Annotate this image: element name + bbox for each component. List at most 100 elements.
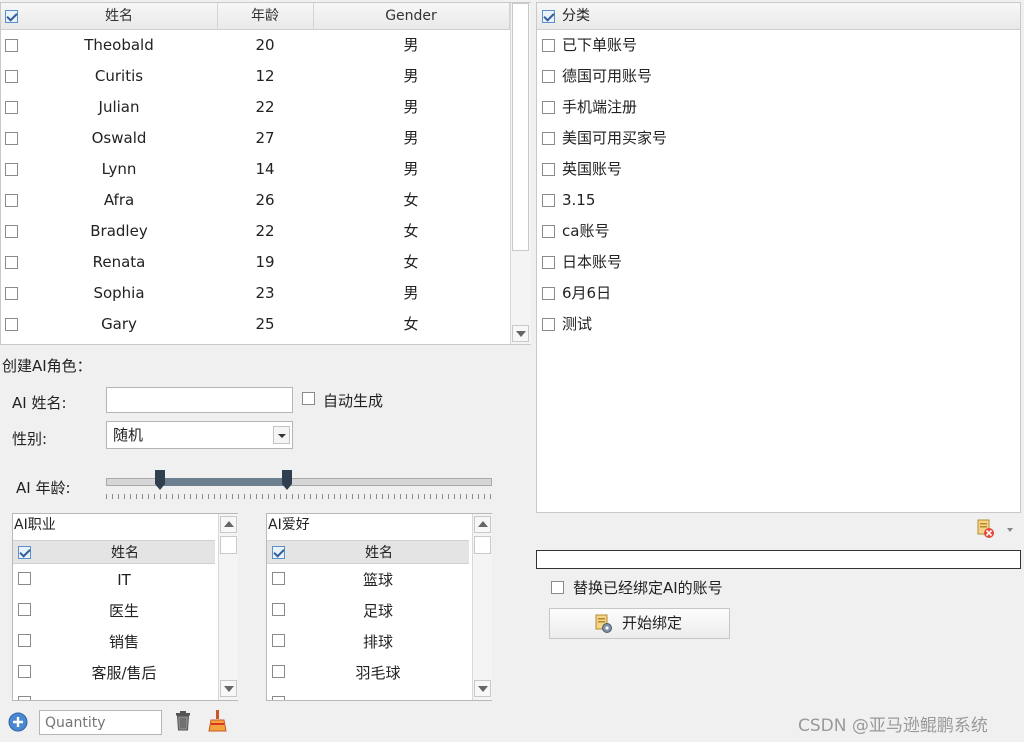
quantity-input[interactable] (39, 710, 162, 735)
row-checkbox[interactable] (5, 101, 18, 114)
clear-selection-icon[interactable] (975, 518, 997, 540)
category-checkbox[interactable] (542, 225, 555, 238)
category-checkbox[interactable] (542, 256, 555, 269)
occupation-scrollbar[interactable] (218, 514, 238, 700)
scroll-down-button[interactable] (512, 325, 529, 342)
slider-tick (250, 494, 251, 499)
slider-tick (232, 494, 233, 499)
category-checkbox[interactable] (542, 39, 555, 52)
list-item[interactable]: 已下单账号 (537, 30, 1017, 61)
row-checkbox[interactable] (5, 39, 18, 52)
item-checkbox[interactable] (272, 603, 285, 616)
slider-tick (286, 494, 287, 499)
column-header-age[interactable]: 年龄 (217, 3, 314, 30)
scrollbar-thumb[interactable] (474, 536, 491, 554)
list-item[interactable]: 足球 (267, 596, 472, 627)
hobby-select-all-checkbox[interactable] (272, 546, 285, 559)
cell-name: Lynn (101, 160, 137, 178)
item-checkbox[interactable] (272, 634, 285, 647)
list-item[interactable]: 客服/售后 (13, 658, 218, 689)
column-header-name[interactable]: 姓名 (21, 3, 218, 30)
gender-select-button[interactable] (273, 426, 290, 444)
category-label: ca账号 (562, 222, 610, 240)
list-item[interactable]: ca账号 (537, 216, 1017, 247)
ai-name-input[interactable] (106, 387, 293, 413)
row-checkbox[interactable] (5, 318, 18, 331)
row-checkbox[interactable] (5, 132, 18, 145)
list-item[interactable]: 手机端注册 (537, 92, 1017, 123)
replace-bound-checkbox[interactable] (551, 581, 564, 594)
item-checkbox[interactable] (18, 603, 31, 616)
table-row[interactable]: Theobald 20 男 (1, 30, 510, 61)
category-checkbox[interactable] (542, 132, 555, 145)
list-item[interactable]: 6月6日 (537, 278, 1017, 309)
list-item[interactable]: 英国账号 (537, 154, 1017, 185)
row-checkbox[interactable] (5, 163, 18, 176)
slider-thumb-high[interactable] (282, 470, 292, 490)
add-icon[interactable] (8, 712, 28, 732)
ai-age-range-slider[interactable] (106, 470, 492, 500)
table-row[interactable]: Renata 19 女 (1, 247, 510, 278)
category-checkbox[interactable] (542, 70, 555, 83)
item-checkbox[interactable] (18, 572, 31, 585)
hobby-scrollbar[interactable] (472, 514, 492, 700)
list-item[interactable]: 篮球 (267, 565, 472, 596)
start-bind-button[interactable]: 开始绑定 (549, 608, 730, 639)
scroll-up-button[interactable] (474, 516, 491, 533)
list-item[interactable]: 医生 (13, 596, 218, 627)
slider-tick (394, 494, 395, 499)
category-checkbox[interactable] (542, 101, 555, 114)
row-checkbox[interactable] (5, 287, 18, 300)
row-checkbox[interactable] (5, 225, 18, 238)
scrollbar-thumb[interactable] (512, 3, 529, 251)
table-row[interactable]: Gary 25 女 (1, 309, 510, 340)
slider-tick (220, 494, 221, 499)
list-item[interactable]: 日本账号 (537, 247, 1017, 278)
scroll-up-button[interactable] (220, 516, 237, 533)
list-item[interactable]: 德国可用账号 (537, 61, 1017, 92)
list-item[interactable]: 3.15 (537, 185, 1017, 216)
list-item[interactable]: 美国可用买家号 (537, 123, 1017, 154)
trash-icon[interactable] (174, 711, 192, 731)
occupation-select-all-checkbox[interactable] (18, 546, 31, 559)
list-item[interactable]: 测试 (537, 309, 1017, 340)
slider-thumb-low[interactable] (155, 470, 165, 490)
column-header-gender[interactable]: Gender (313, 3, 510, 30)
category-checkbox[interactable] (542, 287, 555, 300)
row-checkbox[interactable] (5, 194, 18, 207)
table-row[interactable]: Afra 26 女 (1, 185, 510, 216)
select-all-checkbox[interactable] (5, 10, 18, 23)
item-checkbox[interactable] (18, 634, 31, 647)
row-checkbox[interactable] (5, 70, 18, 83)
auto-generate-checkbox[interactable] (302, 392, 315, 405)
category-checkbox[interactable] (542, 318, 555, 331)
cell-gender: 女 (403, 222, 419, 240)
gender-select[interactable]: 随机 (106, 421, 293, 449)
scroll-down-button[interactable] (474, 680, 491, 697)
list-item[interactable]: IT (13, 565, 218, 596)
scrollbar-thumb[interactable] (220, 536, 237, 554)
list-item[interactable]: 排球 (267, 627, 472, 658)
item-checkbox[interactable] (272, 665, 285, 678)
table-row[interactable]: Sophia 23 男 (1, 278, 510, 309)
broom-icon[interactable] (207, 710, 227, 732)
table-row[interactable]: Lynn 14 男 (1, 154, 510, 185)
cell-name: Theobald (84, 36, 154, 54)
category-checkbox[interactable] (542, 194, 555, 207)
table-row[interactable]: Bradley 22 女 (1, 216, 510, 247)
list-item[interactable]: 羽毛球 (267, 658, 472, 689)
item-checkbox[interactable] (272, 572, 285, 585)
main-table-scrollbar[interactable] (510, 3, 531, 344)
slider-tick (268, 494, 269, 499)
scroll-down-button[interactable] (220, 680, 237, 697)
table-row[interactable]: Oswald 27 男 (1, 123, 510, 154)
list-item[interactable]: 销售 (13, 627, 218, 658)
category-select-all-checkbox[interactable] (542, 10, 555, 23)
row-checkbox[interactable] (5, 256, 18, 269)
table-row[interactable]: Julian 22 男 (1, 92, 510, 123)
category-checkbox[interactable] (542, 163, 555, 176)
table-row[interactable]: Curitis 12 男 (1, 61, 510, 92)
category-list-header: 分类 (537, 3, 1020, 30)
dropdown-caret-icon[interactable] (1007, 528, 1013, 532)
item-checkbox[interactable] (18, 665, 31, 678)
